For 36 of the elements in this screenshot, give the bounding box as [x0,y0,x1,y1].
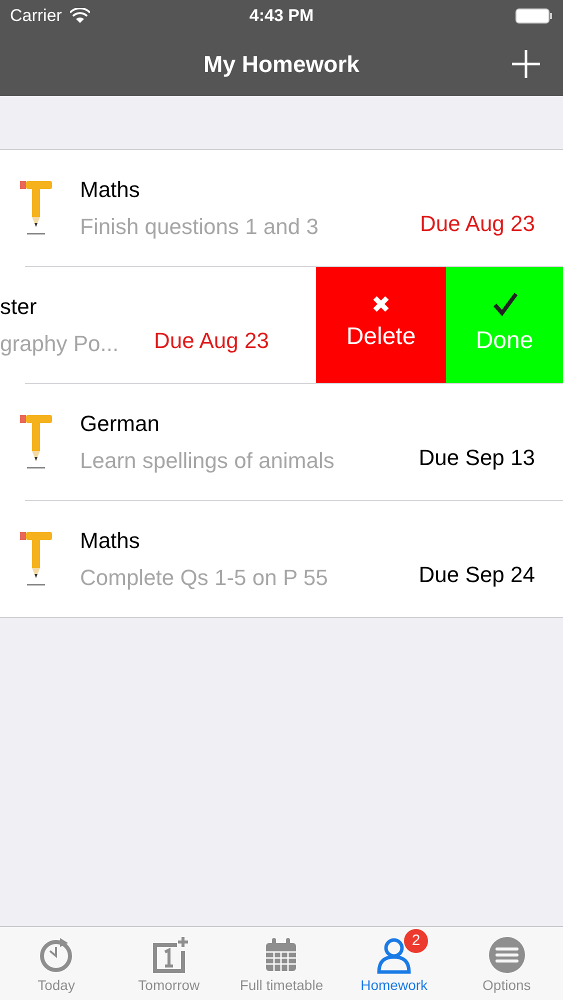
task-label: Complete Qs 1-5 on P 55 [80,564,329,592]
add-icon [512,50,540,78]
pencil-icon [18,179,54,237]
due-date: Due Sep 24 [418,560,535,589]
task-label: graphy Po... [0,330,120,358]
close-icon [372,295,390,313]
pencil-icon [18,413,54,471]
screen-title: My Homework [204,50,360,79]
battery-icon [515,8,553,24]
checkmark-icon [492,291,518,317]
menu-icon [486,935,527,975]
tab-item[interactable]: Full timetable [225,927,338,1000]
subject-label: ster [0,293,38,321]
delete-button[interactable]: Delete [316,267,446,383]
homework-row[interactable]: German Learn spellings of animals Due Sep 13 [0,384,563,500]
homework-row[interactable]: Maths Complete Qs 1-5 on P 55 Due Sep 24 [0,501,563,617]
pencil-icon [18,530,54,588]
wifi-icon [70,8,90,24]
add-button[interactable] [511,49,541,79]
tab-item[interactable]: Today [0,927,113,1000]
subject-label: Maths [80,527,141,555]
due-date: Due Aug 23 [420,210,535,238]
tab-item[interactable]: Tomorrow [112,927,226,1000]
task-label: Learn spellings of animals [80,447,336,475]
tab-item[interactable]: 2 Homework [338,927,450,1000]
homework-row[interactable]: Maths Finish questions 1 and 3 Due Aug 23 [0,150,563,266]
badge-count: 2 [404,929,428,953]
homework-row[interactable]: ster graphy Po... Due Aug 23 [0,267,316,383]
subject-label: German [80,410,160,438]
task-label: Finish questions 1 and 3 [80,213,320,241]
due-date: Due Aug 23 [154,326,269,355]
subject-label: Maths [80,176,141,204]
carrier-label: Carrier [10,5,62,28]
clock-time: 4:43 PM [249,5,314,28]
tab-item[interactable]: Options [450,927,563,1000]
due-date: Due Sep 13 [418,444,535,472]
